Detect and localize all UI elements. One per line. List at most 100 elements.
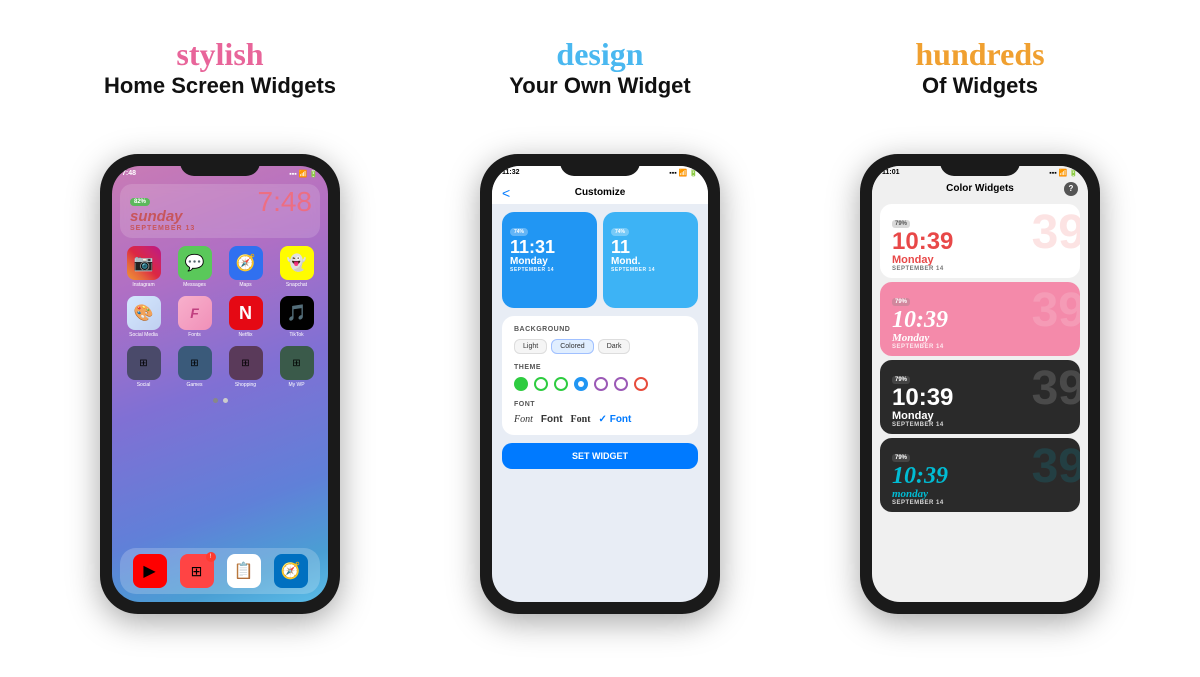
wc-battery-2: 79% — [892, 298, 910, 306]
app-label-messages: Messages — [183, 282, 206, 288]
widget-1-battery: 74% — [510, 228, 528, 236]
app-social[interactable]: 🎨 Social Media — [120, 296, 167, 338]
theme-dot-green3[interactable] — [554, 377, 568, 391]
bg-options: Light Colored Dark — [514, 339, 686, 354]
wc-date-1: SEPTEMBER 14 — [892, 266, 1068, 272]
app-tiktok[interactable]: 🎵 TikTok — [273, 296, 320, 338]
phone-2-screen: 11:32 ▪▪▪ 📶 🔋 < Customize 74% 11:31 Mond… — [492, 166, 708, 602]
app-messages[interactable]: 💬 Messages — [171, 246, 218, 288]
panel-2: design Your Own Widget 11:32 ▪▪▪ 📶 🔋 < C… — [420, 19, 780, 659]
app-icon-social: 🎨 — [127, 296, 161, 330]
phone-1-notch — [180, 154, 260, 176]
bg-option-light[interactable]: Light — [514, 339, 547, 354]
phone-2-topbar: < Customize — [492, 179, 708, 204]
wc-battery-1: 79% — [892, 220, 910, 228]
theme-dots — [514, 377, 686, 391]
app-fonts[interactable]: F Fonts — [171, 296, 218, 338]
app-icon-folder-social: ⊞ — [127, 346, 161, 380]
phone-2-signal: ▪▪▪ 📶 🔋 — [669, 169, 698, 177]
theme-dot-blue[interactable] — [574, 377, 588, 391]
phone-3-time: 11:01 — [882, 169, 900, 177]
app-maps[interactable]: 🧭 Maps — [222, 246, 269, 288]
app-label-social-media: Social Media — [129, 332, 158, 338]
page-dot-1 — [213, 398, 218, 403]
phone-3-wrapper: 11:01 ▪▪▪ 📶 🔋 Color Widgets ? 39 79% 10:… — [800, 110, 1160, 658]
font-section-label: FONT — [514, 401, 686, 408]
panel-3-bold-title: Of Widgets — [810, 72, 1150, 101]
phone-2-back-button[interactable]: < — [502, 185, 510, 201]
phone-3-notch — [940, 154, 1020, 176]
page-dot-2 — [223, 398, 228, 403]
dock-notion[interactable]: 📋 — [227, 554, 261, 588]
font-option-3[interactable]: Font — [571, 414, 591, 425]
app-label-folder-social: Social — [137, 382, 151, 388]
phone-3-topbar: Color Widgets ? — [872, 179, 1088, 200]
phone-3-help-button[interactable]: ? — [1064, 182, 1078, 196]
widget-card-3-dark[interactable]: 39 79% 10:39 Monday SEPTEMBER 14 — [880, 360, 1080, 434]
app-icon-netflix: N — [229, 296, 263, 330]
panel-1-bold-title: Home Screen Widgets — [50, 72, 390, 101]
widget-1-day: Monday — [510, 256, 589, 267]
font-option-2[interactable]: Font — [541, 414, 563, 425]
widget-2-time: 11 — [611, 238, 690, 256]
widget-bg-number-4: 39 — [1032, 443, 1080, 491]
widget-bg-number-3: 39 — [1032, 365, 1080, 413]
dock-safari[interactable]: 🧭 — [274, 554, 308, 588]
app-label-folder-mywp: My WP — [288, 382, 304, 388]
phone-1-wrapper: 7:48 ▪▪▪ 📶 🔋 82% 7:48 sunday SEPTEMBER 1… — [40, 110, 400, 658]
bg-option-colored[interactable]: Colored — [551, 339, 594, 354]
app-icon-messages: 💬 — [178, 246, 212, 280]
apps-row-2: 🎨 Social Media F Fonts N Netflix 🎵 — [112, 292, 328, 342]
app-folder-games[interactable]: ⊞ Games — [171, 346, 218, 388]
phone-1-screen: 7:48 ▪▪▪ 📶 🔋 82% 7:48 sunday SEPTEMBER 1… — [112, 166, 328, 602]
dock-grid[interactable]: ⊞ ! — [180, 554, 214, 588]
app-label-maps: Maps — [239, 282, 251, 288]
app-netflix[interactable]: N Netflix — [222, 296, 269, 338]
app-label-tiktok: TikTok — [289, 332, 303, 338]
font-option-4-checked[interactable]: ✓ Font — [599, 414, 632, 425]
widget-preview-2[interactable]: 74% 11 Mond. SEPTEMBER 14 — [603, 212, 698, 308]
widget-card-2-pink[interactable]: 39 79% 10:39 Monday SEPTEMBER 14 — [880, 282, 1080, 356]
phone-1-dock: ▶ ⊞ ! 📋 🧭 — [120, 548, 320, 594]
wc-date-2: SEPTEMBER 14 — [892, 344, 1068, 350]
widget-preview-1[interactable]: 74% 11:31 Monday SEPTEMBER 14 — [502, 212, 597, 308]
theme-section-label: THEME — [514, 364, 686, 371]
app-icon-folder-shopping: ⊞ — [229, 346, 263, 380]
phone-2-time: 11:32 — [502, 169, 520, 177]
bg-section-label: BACKGROUND — [514, 326, 686, 333]
widget-2-date: SEPTEMBER 14 — [611, 267, 690, 273]
app-folder-mywp[interactable]: ⊞ My WP — [273, 346, 320, 388]
apps-row-1: 📷 Instagram 💬 Messages 🧭 Maps 👻 — [112, 242, 328, 292]
app-snapchat[interactable]: 👻 Snapchat — [273, 246, 320, 288]
phone-2-wrapper: 11:32 ▪▪▪ 📶 🔋 < Customize 74% 11:31 Mond… — [420, 110, 780, 658]
battery-badge: 82% — [130, 198, 150, 206]
dock-youtube[interactable]: ▶ — [133, 554, 167, 588]
phone-1-time: 7:48 — [122, 170, 136, 178]
panel-1: stylish Home Screen Widgets 7:48 ▪▪▪ 📶 🔋… — [40, 19, 400, 659]
theme-dot-green1[interactable] — [514, 377, 528, 391]
phone-3-screen: 11:01 ▪▪▪ 📶 🔋 Color Widgets ? 39 79% 10:… — [872, 166, 1088, 602]
theme-dot-purple1[interactable] — [594, 377, 608, 391]
app-label-snapchat: Snapchat — [286, 282, 307, 288]
panel-3: hundreds Of Widgets 11:01 ▪▪▪ 📶 🔋 Color … — [800, 19, 1160, 659]
app-instagram[interactable]: 📷 Instagram — [120, 246, 167, 288]
theme-dot-red[interactable] — [634, 377, 648, 391]
phone-1-widget: 82% 7:48 sunday SEPTEMBER 13 — [120, 184, 320, 238]
widget-1-date: SEPTEMBER 14 — [510, 267, 589, 273]
app-icon-tiktok: 🎵 — [280, 296, 314, 330]
app-label-fonts: Fonts — [188, 332, 201, 338]
app-folder-shopping[interactable]: ⊞ Shopping — [222, 346, 269, 388]
phone-1: 7:48 ▪▪▪ 📶 🔋 82% 7:48 sunday SEPTEMBER 1… — [100, 154, 340, 614]
theme-dot-purple2[interactable] — [614, 377, 628, 391]
app-folder-social[interactable]: ⊞ Social — [120, 346, 167, 388]
main-container: stylish Home Screen Widgets 7:48 ▪▪▪ 📶 🔋… — [0, 0, 1200, 677]
theme-dot-green2[interactable] — [534, 377, 548, 391]
widget-card-4-teal[interactable]: 39 79% 10:39 monday SEPTEMBER 14 — [880, 438, 1080, 512]
font-option-1[interactable]: Font — [514, 414, 533, 425]
app-icon-folder-mywp: ⊞ — [280, 346, 314, 380]
app-icon-fonts: F — [178, 296, 212, 330]
bg-option-dark[interactable]: Dark — [598, 339, 631, 354]
widget-card-1-light[interactable]: 39 79% 10:39 Monday SEPTEMBER 14 — [880, 204, 1080, 278]
set-widget-button[interactable]: SET WIDGET — [502, 443, 698, 469]
phone-3-title: Color Widgets — [946, 183, 1014, 194]
